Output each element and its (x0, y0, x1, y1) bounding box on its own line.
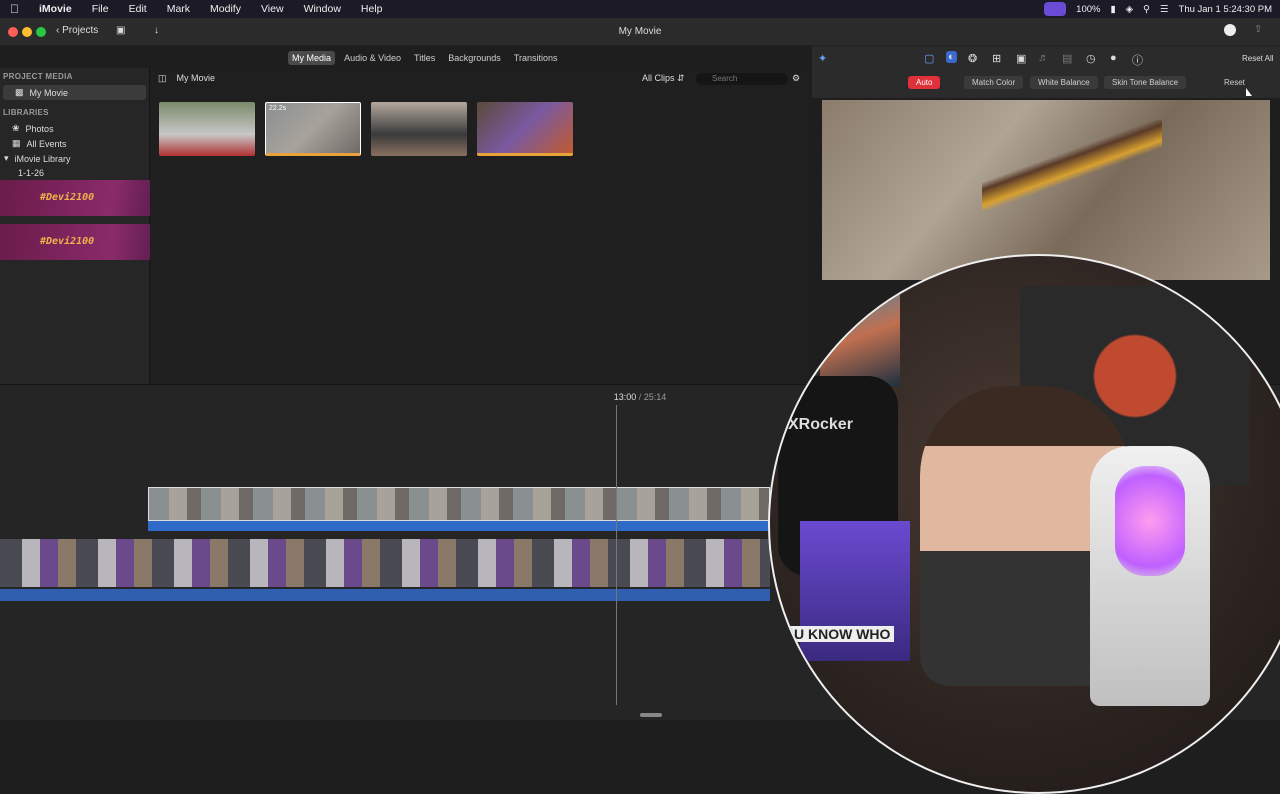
menu-edit[interactable]: Edit (119, 3, 157, 15)
playhead[interactable] (616, 405, 617, 705)
menu-app-name[interactable]: iMovie (29, 3, 82, 15)
scroll-handle[interactable] (640, 713, 662, 717)
battery-icon[interactable]: ▮ (1110, 4, 1115, 15)
snack-box-text: U KNOW WHO (790, 626, 895, 642)
share-icon[interactable]: ⇧ (1254, 24, 1262, 35)
disclosure-icon: ▾ (4, 153, 9, 163)
viewer-toolbar: ✦ ▢ ◐ ❂ ⊞ ▣ ♬ ▤ ◷ ● ⓘ Reset All Auto Mat… (812, 46, 1280, 98)
apple-icon[interactable]:  (0, 2, 29, 16)
sidebar-toggle-icon[interactable]: ◫ (158, 73, 167, 84)
menu-file[interactable]: File (82, 3, 119, 15)
current-time: 13:00 (613, 392, 637, 402)
match-color-button[interactable]: Match Color (964, 76, 1024, 89)
chair-brand-label: XRocker (788, 416, 853, 433)
menu-help[interactable]: Help (351, 3, 393, 15)
sidebar-item-label: iMovie Library (14, 153, 71, 164)
film-icon: ▩ (15, 87, 24, 97)
sidebar-item-label: My Movie (29, 87, 69, 98)
clip-filter-label: All Clips (642, 72, 675, 83)
speed-icon[interactable]: ◷ (1086, 52, 1096, 65)
sidebar-item-all-events[interactable]: ▦ All Events (0, 136, 149, 151)
cutaway-clip[interactable] (148, 487, 770, 521)
main-video-clip[interactable] (0, 539, 770, 587)
volume-icon[interactable]: ♬ (1038, 52, 1049, 64)
control-center-icon[interactable]: ☰ (1160, 4, 1169, 15)
tab-transitions[interactable]: Transitions (510, 51, 562, 65)
audio-waveform[interactable] (0, 589, 770, 601)
window-title: My Movie (618, 26, 662, 37)
filter-icon[interactable]: ● (1110, 52, 1117, 64)
banner-text: #Devi2100 (40, 192, 95, 203)
time-separator: / (638, 392, 642, 402)
white-balance-button[interactable]: White Balance (1030, 76, 1098, 89)
search-icon[interactable]: ⚲ (1143, 4, 1150, 15)
skin-tone-balance-button[interactable]: Skin Tone Balance (1104, 76, 1187, 89)
crop-icon[interactable]: ⊞ (992, 52, 1001, 65)
tab-audio-video[interactable]: Audio & Video (340, 51, 405, 65)
sidebar-item-photos[interactable]: ❀ Photos (0, 121, 149, 136)
search-input[interactable]: Search (696, 73, 788, 85)
sidebar-item-imovie-library[interactable]: ▾ iMovie Library (0, 151, 149, 166)
browser-tabs: My Media Audio & Video Titles Background… (150, 46, 810, 68)
reset-all-button[interactable]: Reset All (1242, 54, 1274, 63)
sidebar-item-label: Photos (25, 123, 54, 134)
media-thumbnail[interactable] (159, 102, 255, 156)
cutaway-clip-bar (148, 521, 770, 531)
tab-backgrounds[interactable]: Backgrounds (444, 51, 505, 65)
gear-icon[interactable]: ⚙ (792, 73, 800, 84)
equalizer-icon[interactable]: ▤ (1062, 52, 1072, 65)
video-viewer[interactable] (822, 100, 1270, 280)
sidebar-item-label: All Events (26, 138, 67, 149)
clip-duration: 22.2s (269, 105, 287, 112)
menu-mark[interactable]: Mark (157, 3, 200, 15)
media-thumbnail[interactable]: 22.2s (265, 102, 361, 156)
color-correction-icon[interactable]: ❂ (968, 52, 977, 65)
auto-color-button[interactable]: Auto (908, 76, 941, 89)
mic-glow (1115, 466, 1185, 576)
color-balance-icon[interactable]: ◐ (946, 51, 957, 63)
libraries-header: LIBRARIES (3, 108, 49, 117)
media-thumbnail[interactable] (371, 102, 467, 156)
media-header: ◫ My Movie All Clips ⇵ Search ⚙ (150, 68, 810, 88)
tab-titles[interactable]: Titles (410, 51, 439, 65)
viewer-frame-detail (982, 120, 1162, 210)
info-icon[interactable]: ⓘ (1132, 52, 1143, 68)
window-toolbar: ‹ Projects ▣ ↓ My Movie ⇧ (0, 18, 1280, 46)
total-time: 25:14 (643, 392, 667, 402)
webcam-overlay: XRocker U KNOW WHO (768, 254, 1280, 794)
stabilization-icon[interactable]: ▣ (1016, 52, 1026, 65)
sidebar-item-label: 1-1-26 (18, 168, 45, 178)
wifi-icon[interactable]: ◈ (1126, 4, 1133, 15)
grid-icon: ▦ (12, 138, 21, 148)
clock[interactable]: Thu Jan 1 5:24:30 PM (1179, 4, 1272, 15)
media-browser: ◫ My Movie All Clips ⇵ Search ⚙ 22.2s (150, 68, 810, 384)
mouse-cursor (1246, 88, 1252, 96)
menu-bar:  iMovie File Edit Mark Modify View Wind… (0, 0, 1280, 18)
menu-window[interactable]: Window (294, 3, 351, 15)
sidebar-item-event[interactable]: 1-1-26 (0, 166, 149, 180)
crop-frame-icon[interactable]: ▢ (924, 52, 934, 65)
magic-wand-icon[interactable]: ✦ (818, 52, 827, 65)
tab-my-media[interactable]: My Media (288, 51, 336, 65)
menu-modify[interactable]: Modify (200, 3, 251, 15)
media-title: My Movie (176, 73, 216, 83)
menu-view[interactable]: View (251, 3, 294, 15)
poster-image (820, 286, 900, 386)
enhance-icon[interactable] (1224, 24, 1236, 36)
screen-record-icon[interactable] (1044, 2, 1067, 16)
sidebar-item-my-movie[interactable]: ▩ My Movie (3, 85, 146, 100)
clip-filter[interactable]: All Clips ⇵ (642, 73, 685, 84)
photos-icon: ❀ (12, 123, 20, 133)
project-media-header: PROJECT MEDIA (3, 72, 73, 81)
battery-percent: 100% (1076, 3, 1101, 15)
banner-text: #Devi2100 (40, 236, 95, 247)
media-thumbnail[interactable] (477, 102, 573, 156)
